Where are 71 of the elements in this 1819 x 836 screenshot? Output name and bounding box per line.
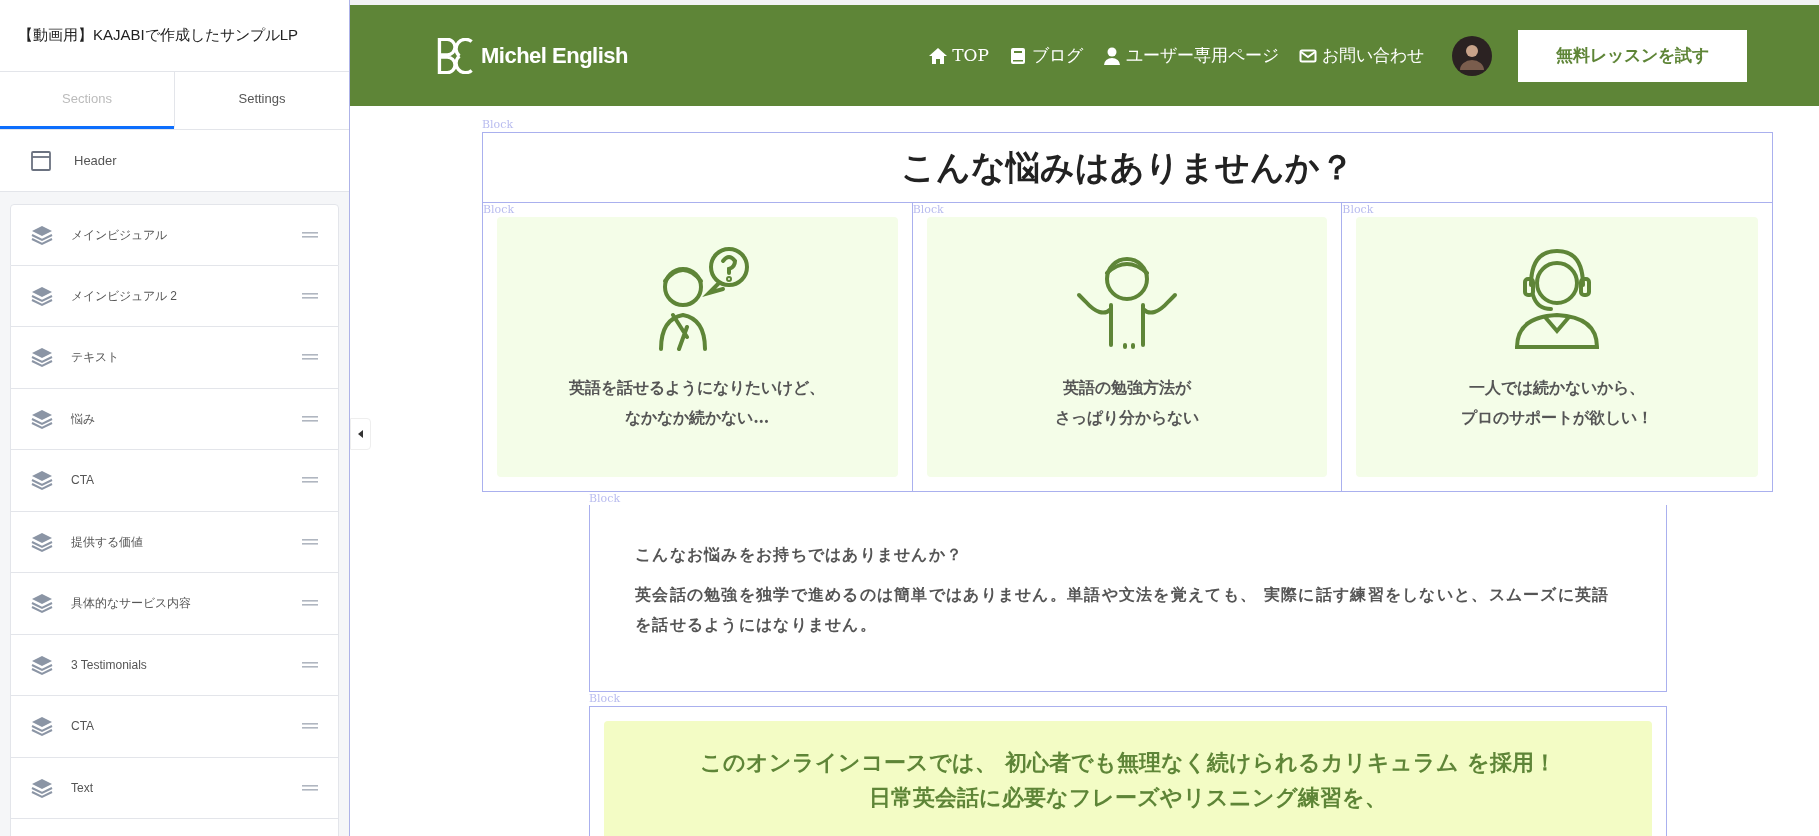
- section-label: Header: [74, 151, 117, 170]
- layout-icon: [30, 149, 52, 172]
- intro-text: 英会話の勉強を独学で進めるのは簡単ではありません。単語や文法を覚えても、 実際に話す練習をしないと、スムーズに英語を話せるようにはなりません。: [635, 584, 1611, 637]
- free-lesson-button[interactable]: 無料レッスンを試す: [1518, 29, 1747, 82]
- section-label: テキスト: [71, 349, 120, 367]
- block-label: Block: [482, 118, 515, 132]
- problem-text: 英語の勉強方法が さっぱり分からない: [1055, 376, 1199, 430]
- layers-icon: [31, 592, 53, 615]
- offer-text: このオンラインコースでは、 初心者でも無理なく続けられるカリキュラム を採用！: [699, 747, 1557, 777]
- book-icon: [1009, 46, 1027, 65]
- section-label: 3 Testimonials: [71, 656, 148, 674]
- block-label: Block: [1342, 202, 1375, 217]
- block-label: Block: [912, 202, 945, 217]
- editor-title: 【動画用】KAJABIで作成したサンプルLP: [0, 0, 349, 72]
- problem-text: 一人では続かないから、 プロのサポートが欲しい！: [1461, 376, 1654, 430]
- drag-handle-icon: [302, 537, 318, 546]
- section-label: メインビジュアル: [71, 226, 168, 244]
- offer-text: 日常英会話に必要なフレーズやリスニング練習を、: [868, 782, 1388, 812]
- drag-handle-icon: [302, 783, 318, 792]
- drag-handle-icon: [302, 353, 318, 362]
- section-item[interactable]: 提供する価値: [10, 511, 339, 573]
- layers-icon: [31, 284, 53, 307]
- nav-link[interactable]: ブログ: [1009, 42, 1083, 69]
- section-label: CTA: [71, 718, 96, 736]
- home-icon: [929, 46, 948, 65]
- section-item[interactable]: CTA: [10, 696, 339, 758]
- drag-handle-icon: [302, 476, 318, 485]
- drag-handle-icon: [302, 414, 318, 423]
- section-item[interactable]: テキスト: [10, 327, 339, 389]
- nav-link[interactable]: ユーザー専用ページ: [1103, 42, 1279, 69]
- nav-link[interactable]: TOP: [929, 42, 989, 69]
- drag-handle-icon: [302, 722, 318, 731]
- section-item[interactable]: 3 Testimonials: [10, 634, 339, 696]
- layers-icon: [31, 530, 53, 553]
- block-label: Block: [483, 202, 516, 217]
- section-label: 具体的なサービス内容: [71, 595, 192, 613]
- section-item[interactable]: 具体的なサービス内容: [10, 573, 339, 635]
- layers-icon: [31, 346, 53, 369]
- nav-link[interactable]: お問い合わせ: [1299, 42, 1424, 69]
- logo-text: Michel English: [481, 42, 629, 70]
- layers-icon: [31, 715, 53, 738]
- section-item[interactable]: Text: [10, 757, 339, 819]
- section-item[interactable]: メインビジュアル: [10, 204, 339, 266]
- block-label: Block: [589, 491, 622, 506]
- layers-icon: [31, 653, 53, 676]
- block-label: Block: [589, 691, 622, 706]
- user-icon: [1103, 46, 1121, 65]
- layers-icon: [31, 223, 53, 246]
- layers-icon: [31, 776, 53, 799]
- header-section-item[interactable]: Header: [0, 130, 349, 192]
- section-label: 提供する価値: [71, 533, 144, 551]
- drag-handle-icon: [302, 230, 318, 239]
- drag-handle-icon: [302, 660, 318, 669]
- problem-text: 英語を話せるようになりたいけど、 なかなか続かない…: [569, 376, 826, 430]
- intro-heading: こんなお悩みをお持ちではありませんか？: [635, 544, 965, 564]
- section-label: Text: [71, 779, 94, 797]
- drag-handle-icon: [302, 291, 318, 300]
- avatar: [1452, 35, 1492, 76]
- logo-mark-drawing: [435, 37, 475, 74]
- layers-icon: [31, 469, 53, 492]
- section-item[interactable]: メインビジュアル 2: [10, 265, 339, 327]
- section-label: 悩み: [71, 410, 96, 428]
- collapse-toggle[interactable]: [350, 418, 371, 450]
- section-label: CTA: [71, 472, 96, 490]
- section-title: こんな悩みはありませんか？: [900, 146, 1355, 189]
- caret-icon: [357, 430, 364, 438]
- layers-icon: [31, 407, 53, 430]
- section-label: メインビジュアル 2: [71, 287, 178, 305]
- drag-handle-icon: [302, 599, 318, 608]
- section-item[interactable]: CTA: [10, 450, 339, 512]
- section-item[interactable]: 悩み: [10, 388, 339, 450]
